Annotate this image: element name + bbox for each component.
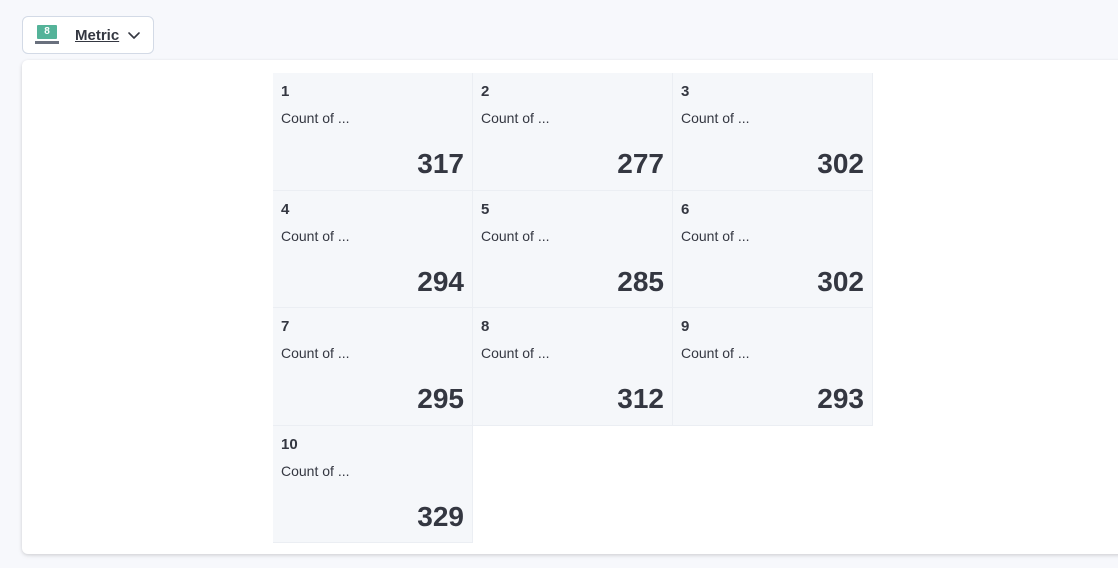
metric-tile[interactable]: 7 Count of ... 295 <box>273 308 473 426</box>
metric-subtitle: Count of ... <box>281 110 350 126</box>
metric-subtitle: Count of ... <box>281 462 350 479</box>
metric-title: 3 <box>681 83 690 100</box>
metric-value: 312 <box>617 383 664 414</box>
metric-subtitle: Count of ... <box>481 110 550 126</box>
chevron-down-icon[interactable] <box>127 28 141 42</box>
metric-tile[interactable]: 9 Count of ... 293 <box>673 308 873 426</box>
visualization-type-switcher[interactable]: 8 Metric <box>22 16 154 54</box>
visualization-panel: 1 Count of ... 317 2 Count of ... 277 3 … <box>22 60 1118 554</box>
metric-value: 295 <box>417 383 464 414</box>
metric-title: 8 <box>481 318 490 335</box>
metric-grid: 1 Count of ... 317 2 Count of ... 277 3 … <box>273 73 873 543</box>
metric-tile[interactable]: 1 Count of ... 317 <box>273 73 473 191</box>
metric-title: 4 <box>281 200 290 218</box>
metric-subtitle: Count of ... <box>681 227 750 244</box>
metric-value: 302 <box>817 265 864 297</box>
metric-title: 5 <box>481 200 490 218</box>
metric-value: 329 <box>417 500 464 532</box>
metric-tile[interactable]: 4 Count of ... 294 <box>273 190 473 308</box>
metric-value: 277 <box>617 148 664 179</box>
metric-title: 7 <box>281 318 290 335</box>
metric-tile[interactable]: 3 Count of ... 302 <box>673 73 873 191</box>
metric-subtitle: Count of ... <box>281 227 350 244</box>
metric-value: 317 <box>417 148 464 179</box>
metric-value: 293 <box>817 383 864 414</box>
metric-value: 294 <box>417 265 464 297</box>
metric-title: 6 <box>681 200 690 218</box>
metric-title: 1 <box>281 83 290 100</box>
metric-tile[interactable]: 8 Count of ... 312 <box>473 308 673 426</box>
metric-value: 285 <box>617 265 664 297</box>
metric-title: 9 <box>681 318 690 335</box>
metric-vis-icon: 8 <box>35 25 61 45</box>
metric-tile[interactable]: 10 Count of ... 329 <box>273 425 473 543</box>
visualization-type-label[interactable]: Metric <box>75 27 119 44</box>
metric-title: 2 <box>481 83 490 100</box>
metric-tile[interactable]: 2 Count of ... 277 <box>473 73 673 191</box>
metric-value: 302 <box>817 148 864 179</box>
metric-subtitle: Count of ... <box>681 110 750 126</box>
metric-title: 10 <box>281 435 298 453</box>
metric-tile[interactable]: 5 Count of ... 285 <box>473 190 673 308</box>
metric-subtitle: Count of ... <box>681 345 750 361</box>
metric-tile[interactable]: 6 Count of ... 302 <box>673 190 873 308</box>
metric-subtitle: Count of ... <box>481 227 550 244</box>
metric-subtitle: Count of ... <box>281 345 350 361</box>
metric-subtitle: Count of ... <box>481 345 550 361</box>
